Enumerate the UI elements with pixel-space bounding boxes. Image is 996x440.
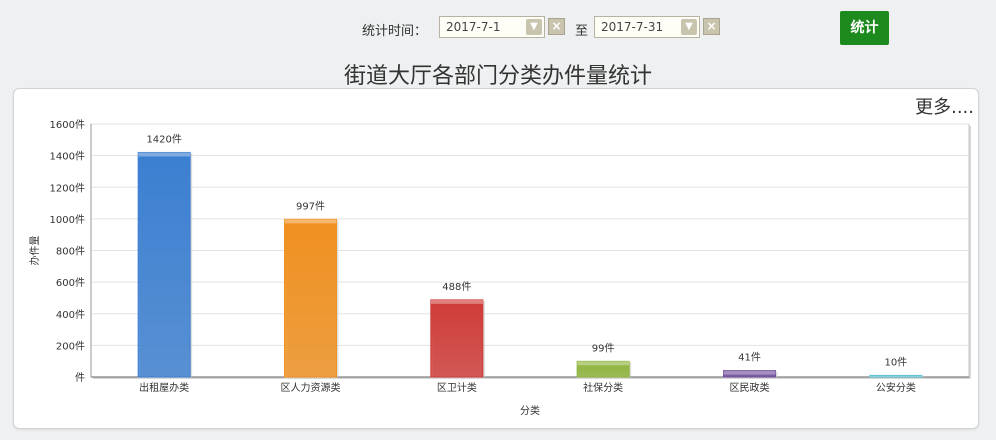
- y-tick-label: 件: [75, 372, 85, 384]
- more-link[interactable]: 更多....: [915, 93, 974, 119]
- y-axis-title: 办件量: [28, 236, 41, 266]
- end-date-value: 2017-7-31: [601, 20, 664, 34]
- data-label: 488件: [442, 281, 471, 293]
- x-axis-title: 分类: [520, 404, 540, 417]
- data-label: 1420件: [146, 133, 181, 145]
- bar-highlight: [577, 361, 630, 366]
- y-tick-label: 1000件: [50, 214, 85, 226]
- y-tick-label: 600件: [56, 277, 85, 289]
- start-date-value: 2017-7-1: [446, 20, 501, 34]
- x-tick-label: 社保分类: [583, 381, 623, 394]
- start-date-dropdown-icon[interactable]: ▼: [526, 19, 542, 35]
- end-date-dropdown-icon[interactable]: ▼: [681, 19, 697, 35]
- chart-panel: 更多.... 件 200件 400件 600件 800件 1000件 1200件 1400件 1…: [13, 88, 979, 429]
- y-tick-label: 800件: [56, 246, 85, 258]
- x-tick-label: 区民政类: [730, 381, 770, 394]
- start-date-clear-icon[interactable]: ×: [548, 18, 565, 35]
- x-tick-label: 出租屋办类: [139, 381, 189, 394]
- date-range-label: 统计时间：: [362, 24, 428, 39]
- y-tick-label: 1600件: [50, 119, 85, 131]
- x-tick-label: 公安分类: [876, 381, 916, 394]
- bar: [430, 299, 484, 378]
- x-tick-label: 区卫计类: [437, 381, 477, 394]
- y-tick-label: 200件: [56, 340, 85, 352]
- data-label: 997件: [296, 200, 325, 212]
- data-label: 10件: [884, 356, 907, 368]
- chart-title: 街道大厅各部门分类办件量统计: [343, 64, 652, 89]
- date-separator: 至: [575, 24, 589, 39]
- end-date-field[interactable]: 2017-7-31 ▼: [594, 16, 700, 38]
- bar-highlight: [430, 299, 483, 304]
- x-tick-label: 区人力资源类: [281, 381, 341, 394]
- bar: [284, 218, 337, 378]
- y-tick-label: 1400件: [50, 151, 85, 163]
- data-label: 41件: [738, 352, 761, 364]
- bar-highlight: [869, 375, 922, 377]
- start-date-field[interactable]: 2017-7-1 ▼: [439, 16, 545, 38]
- stat-submit-button[interactable]: 统计: [840, 11, 889, 45]
- y-tick-label: 400件: [56, 309, 85, 321]
- bar: [137, 151, 191, 378]
- bar-chart: 件 200件 400件 600件 800件 1000件 1200件 1400件 1600件 142…: [28, 119, 971, 417]
- y-tick-label: 1200件: [50, 182, 85, 194]
- data-label: 99件: [592, 342, 615, 354]
- date-filter-bar: 统计时间： 2017-7-1 ▼ × 至 2017-7-31 ▼ × 统计: [0, 11, 996, 45]
- bar-highlight: [138, 152, 191, 157]
- bar-highlight: [284, 219, 337, 224]
- end-date-clear-icon[interactable]: ×: [703, 18, 720, 35]
- bar-highlight: [723, 370, 776, 375]
